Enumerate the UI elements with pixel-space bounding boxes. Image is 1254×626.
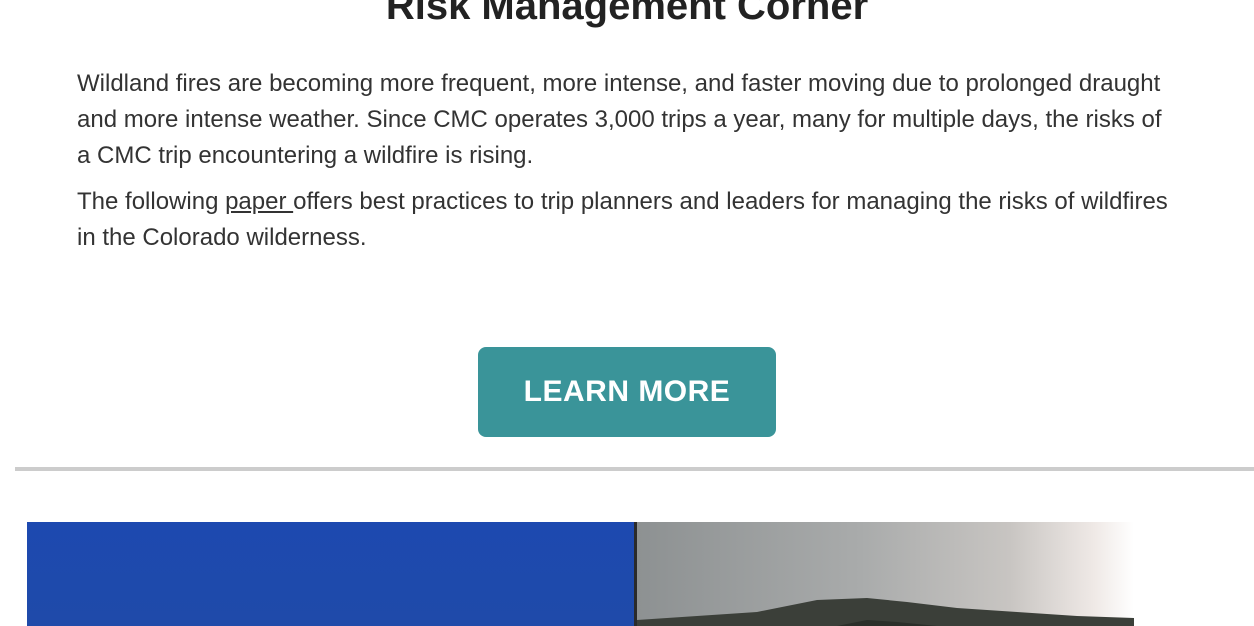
blue-sky-image — [27, 522, 635, 626]
section-title: Risk Management Corner — [385, 0, 869, 28]
paper-paragraph: The following paper offers best practice… — [77, 184, 1177, 256]
intro-paragraph: Wildland fires are becoming more frequen… — [77, 70, 1162, 169]
paper-link[interactable]: paper — [225, 188, 293, 215]
mountain-ridge-graphic — [637, 598, 1134, 626]
learn-more-button[interactable]: LEARN MORE — [478, 347, 776, 437]
cta-container: LEARN MORE — [0, 347, 1254, 437]
section-divider — [15, 467, 1254, 471]
wildfire-smoke-image — [637, 522, 1134, 626]
paper-paragraph-lead: The following — [77, 188, 226, 215]
article-body: Wildland fires are becoming more frequen… — [77, 66, 1177, 256]
